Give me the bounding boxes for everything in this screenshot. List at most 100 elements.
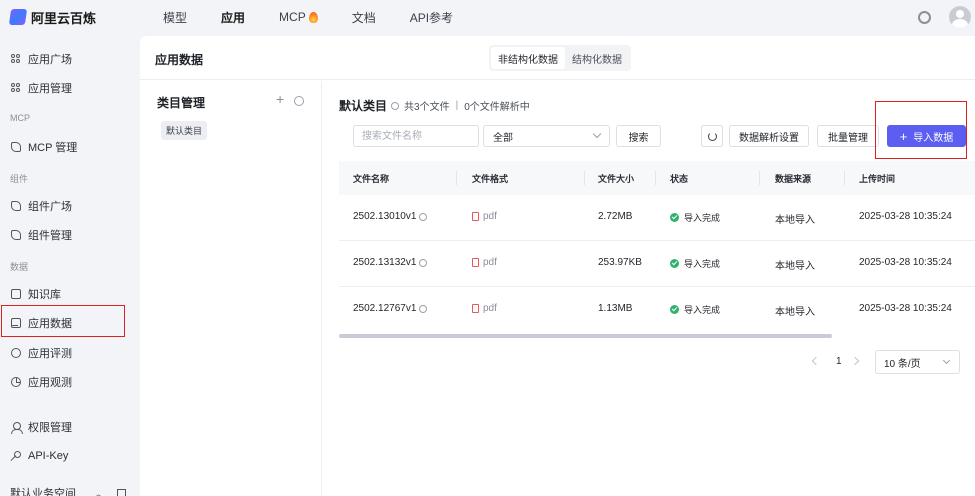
sidebar-item-label: 应用观测: [28, 377, 72, 389]
pdf-file-icon: [472, 304, 479, 313]
table-horizontal-scrollbar[interactable]: [339, 334, 832, 338]
nav-item-docs[interactable]: 文档: [352, 9, 376, 26]
file-name-text: 2502.12767v1: [353, 303, 417, 314]
brand-logo[interactable]: 阿里云百炼: [8, 8, 150, 27]
column-divider: [655, 171, 656, 185]
brand-logo-icon: [8, 9, 28, 25]
sidebar-item-label: 应用评测: [28, 348, 72, 360]
nav-item-models[interactable]: 模型: [163, 9, 187, 26]
key-icon: [10, 450, 21, 462]
page-size-value: 10 条/页: [884, 358, 921, 370]
file-name: 2502.13010v1: [353, 211, 428, 222]
top-right-actions: [918, 0, 975, 34]
sidebar-item-mcp-manage[interactable]: MCP 管理: [10, 138, 77, 156]
sidebar-item-api-key[interactable]: API-Key: [10, 447, 68, 465]
sidebar-item-label: 知识库: [28, 289, 61, 301]
category-info-icon[interactable]: [391, 101, 400, 110]
workspace-switcher[interactable]: 默认业务空间 ︿: [10, 485, 127, 496]
file-status: 导入完成: [670, 303, 720, 316]
file-source: 本地导入: [775, 261, 815, 272]
chevron-down-icon: [942, 356, 951, 365]
file-content: 默认类目 共3个文件 | 0个文件解析中 全部 搜索 数据解析设置 批量管理 +…: [339, 81, 975, 496]
sidebar-item-component-manage[interactable]: 组件管理: [10, 226, 72, 244]
pie-chart-icon: [10, 377, 21, 388]
file-format: pdf: [472, 303, 497, 314]
nav-item-mcp[interactable]: MCP: [279, 10, 318, 24]
chevron-up-icon[interactable]: ︿: [94, 487, 103, 496]
workspace-name: 默认业务空间: [10, 488, 76, 496]
pdf-file-icon: [472, 212, 479, 221]
tab-structured[interactable]: 结构化数据: [565, 47, 629, 69]
info-icon[interactable]: [419, 258, 428, 267]
status-filter-select[interactable]: 全部: [483, 125, 610, 147]
table-row[interactable]: 2502.13132v1 pdf 253.97KB 导入完成 本地导入 2025…: [339, 241, 975, 287]
nav-item-api-reference[interactable]: API参考: [410, 9, 453, 26]
top-nav: 模型 应用 MCP 文档 API参考: [163, 9, 487, 26]
tab-unstructured[interactable]: 非结构化数据: [491, 47, 565, 69]
refresh-button[interactable]: [701, 125, 723, 147]
info-icon[interactable]: [419, 212, 428, 221]
puzzle-icon: [10, 230, 21, 241]
file-status-text: 导入完成: [684, 305, 721, 315]
column-header-name: 文件名称: [353, 174, 390, 184]
pdf-file-icon: [472, 258, 479, 267]
data-type-tabs: 非结构化数据 结构化数据: [489, 45, 631, 71]
sidebar-item-label: 应用管理: [28, 83, 72, 95]
highlight-box-sidebar: [1, 305, 125, 337]
refresh-icon: [707, 131, 717, 141]
parse-settings-button[interactable]: 数据解析设置: [729, 125, 809, 147]
sidebar-item-app-eval[interactable]: 应用评测: [10, 344, 72, 362]
column-divider: [844, 171, 845, 185]
chevron-down-icon: [592, 129, 602, 139]
category-item-default[interactable]: 默认类目: [161, 121, 208, 140]
grid-icon: [10, 54, 21, 65]
table-header: 文件名称 文件格式 文件大小 状态 数据来源 上传时间: [339, 161, 975, 195]
column-divider: [759, 171, 760, 185]
prev-page-chevron-icon[interactable]: [811, 356, 821, 366]
compass-icon: [10, 348, 21, 359]
sidebar-item-app-manage[interactable]: 应用管理: [10, 79, 72, 97]
file-count: 共3个文件: [404, 102, 450, 113]
file-source: 本地导入: [775, 215, 815, 226]
panel-toggle-icon[interactable]: [117, 488, 127, 496]
sidebar-item-component-square[interactable]: 组件广场: [10, 197, 72, 215]
sidebar-section-component: 组件: [10, 174, 29, 184]
column-header-format: 文件格式: [472, 174, 509, 184]
sidebar-item-knowledge[interactable]: 知识库: [10, 285, 61, 303]
column-header-size: 文件大小: [598, 174, 635, 184]
mcp-icon: [10, 142, 21, 153]
sidebar-item-app-observe[interactable]: 应用观测: [10, 373, 72, 391]
file-status: 导入完成: [670, 211, 720, 224]
batch-manage-button[interactable]: 批量管理: [817, 125, 879, 147]
page-size-select[interactable]: 10 条/页: [875, 350, 960, 374]
file-source: 本地导入: [775, 307, 815, 318]
add-category-button[interactable]: +: [276, 91, 284, 107]
info-icon[interactable]: [419, 304, 428, 313]
file-search-input[interactable]: [353, 125, 479, 147]
user-avatar[interactable]: [949, 6, 971, 28]
sidebar-item-permission[interactable]: 权限管理: [10, 418, 72, 436]
file-format-text: pdf: [483, 303, 497, 314]
check-circle-icon: [670, 259, 679, 268]
current-page[interactable]: 1: [836, 356, 842, 367]
sidebar-item-app-square[interactable]: 应用广场: [10, 50, 72, 68]
category-settings-icon[interactable]: [294, 96, 304, 106]
column-divider: [584, 171, 585, 185]
puzzle-icon: [10, 201, 21, 212]
table-row[interactable]: 2502.12767v1 pdf 1.13MB 导入完成 本地导入 2025-0…: [339, 287, 975, 333]
next-page-chevron-icon[interactable]: [850, 356, 860, 366]
search-button[interactable]: 搜索: [616, 125, 661, 147]
file-format: pdf: [472, 211, 497, 222]
top-bar: 阿里云百炼 模型 应用 MCP 文档 API参考: [0, 0, 975, 34]
settings-gear-icon[interactable]: [918, 10, 931, 24]
file-name: 2502.12767v1: [353, 303, 428, 314]
column-header-status: 状态: [670, 174, 689, 184]
table-row[interactable]: 2502.13010v1 pdf 2.72MB 导入完成 本地导入 2025-0…: [339, 195, 975, 241]
sidebar-section-mcp: MCP: [10, 113, 30, 123]
brand-name: 阿里云百炼: [31, 10, 97, 26]
nav-item-apps[interactable]: 应用: [221, 9, 245, 26]
sidebar: 应用广场 应用管理 MCP MCP 管理 组件 组件广场 组件管理 数据 知识库…: [0, 34, 140, 496]
main-header: 应用数据 非结构化数据 结构化数据: [140, 36, 975, 80]
parsing-count: 0个文件解析中: [464, 102, 530, 113]
user-icon: [10, 421, 23, 434]
